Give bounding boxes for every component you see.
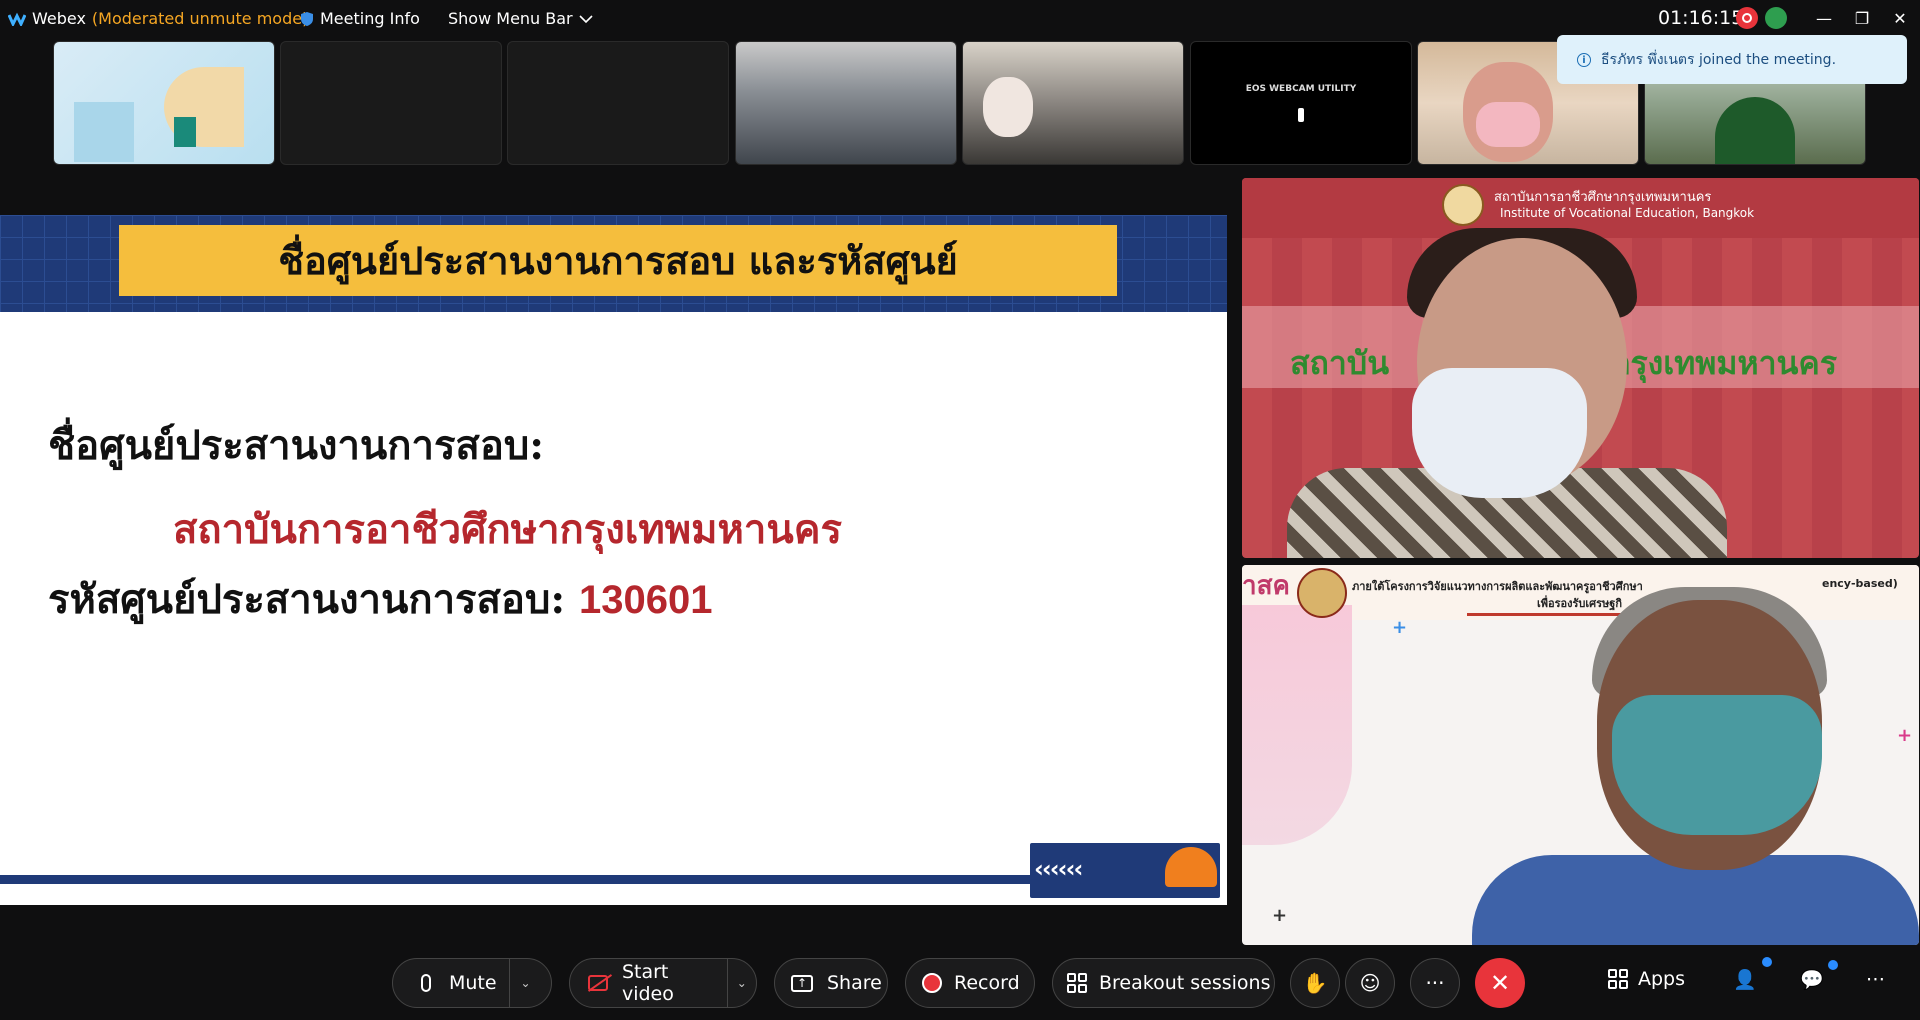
- show-menu-bar-button[interactable]: Show Menu Bar: [448, 9, 593, 28]
- breakout-grid-icon: [1067, 973, 1087, 993]
- video-options-caret[interactable]: ⌄: [726, 959, 756, 1007]
- apps-notification-dot: [1762, 957, 1772, 967]
- video2-sub-text: เพื่อรองรับเศรษฐกิ: [1537, 597, 1623, 610]
- unmute-mode-label: (Moderated unmute mode): [91, 9, 309, 28]
- meeting-info-label: Meeting Info: [320, 9, 420, 28]
- emoji-icon: ☺: [1359, 971, 1381, 995]
- shield-icon: [301, 11, 313, 26]
- minimize-button[interactable]: —: [1806, 4, 1842, 32]
- backdrop-logo-line2: Institute of Vocational Education, Bangk…: [1500, 206, 1755, 220]
- close-window-button[interactable]: ✕: [1882, 4, 1918, 32]
- meeting-info-button[interactable]: Meeting Info: [300, 9, 420, 28]
- participant-thumbnail-3[interactable]: [507, 41, 729, 165]
- shared-slide: ชื่อศูนย์ประสานงานการสอบ และรหัสศูนย์ ชื…: [0, 215, 1227, 905]
- apps-label: Apps: [1638, 968, 1686, 990]
- thumbnail-shape: [1715, 97, 1795, 164]
- start-video-button[interactable]: Start video ⌄: [569, 958, 757, 1008]
- close-icon: ✕: [1489, 969, 1511, 997]
- participant-thumbnail-2[interactable]: [280, 41, 502, 165]
- video2-seal-icon: [1297, 568, 1347, 618]
- camera-glyph-icon: [1298, 108, 1304, 122]
- center-code-label: รหัสศูนย์ประสานงานการสอบ:: [48, 576, 566, 623]
- record-label: Record: [954, 972, 1020, 994]
- thumbnail-shape: [174, 117, 196, 147]
- center-code-row: รหัสศูนย์ประสานงานการสอบ: 130601: [48, 567, 713, 631]
- video-tile-presenter[interactable]: สถาบันการอาชีวศึกษากรุงเทพมหานคร Institu…: [1242, 178, 1919, 558]
- plus-icon: +: [1392, 617, 1408, 638]
- thumbnail-shape: [74, 102, 134, 162]
- chat-button[interactable]: 💬: [1800, 968, 1824, 991]
- video2-header-right: ency-based): [1822, 577, 1898, 590]
- participant-thumbnail-6[interactable]: EOS WEBCAM UTILITY: [1190, 41, 1412, 165]
- plus-icon: +: [1272, 905, 1288, 926]
- title-bar: Webex (Moderated unmute mode) Meeting In…: [0, 0, 1920, 38]
- participant-mask: [1612, 695, 1822, 835]
- video2-pink-shape: [1242, 605, 1352, 845]
- hand-icon: ✋: [1302, 971, 1328, 995]
- slide-title-box: ชื่อศูนย์ประสานงานการสอบ และรหัสศูนย์: [119, 225, 1117, 296]
- breakout-sessions-button[interactable]: Breakout sessions: [1052, 958, 1275, 1008]
- center-name-value: สถาบันการอาชีวศึกษากรุงเทพมหานคร: [173, 506, 842, 553]
- participant-thumbnail-1[interactable]: [53, 41, 275, 165]
- slide-bottom-bar: [0, 875, 1030, 884]
- webex-logo-icon: [8, 12, 26, 26]
- record-icon: [922, 973, 942, 993]
- video2-left-text: าสค: [1242, 571, 1290, 601]
- center-name-label: ชื่อศูนย์ประสานงานการสอบ:: [48, 422, 545, 469]
- show-menu-bar-label: Show Menu Bar: [448, 9, 573, 28]
- restore-button[interactable]: ❐: [1844, 4, 1880, 32]
- microphone-icon: [421, 974, 431, 992]
- slide-arrows: ‹‹‹‹‹‹: [1034, 855, 1083, 883]
- mute-label: Mute: [449, 972, 497, 994]
- apps-button[interactable]: Apps: [1608, 968, 1685, 990]
- video-off-icon: [588, 975, 608, 991]
- recording-indicator-icon: [1736, 7, 1758, 29]
- record-button[interactable]: Record: [905, 958, 1035, 1008]
- start-video-label: Start video: [621, 961, 674, 1005]
- app-title: Webex (Moderated unmute mode): [8, 9, 308, 28]
- video2-underline: [1467, 613, 1627, 616]
- apps-grid-icon: [1608, 969, 1628, 989]
- share-icon: ↑: [791, 974, 813, 992]
- reactions-button[interactable]: ☺: [1345, 958, 1395, 1008]
- overflow-menu-button[interactable]: ⋯: [1866, 968, 1885, 990]
- mute-button[interactable]: Mute ⌄: [392, 958, 552, 1008]
- thumbnail-shape: [983, 77, 1033, 137]
- presenter-mask: [1412, 368, 1587, 498]
- info-icon: i: [1577, 52, 1591, 67]
- network-health-icon[interactable]: [1765, 7, 1787, 29]
- backdrop-logo-line1: สถาบันการอาชีวศึกษากรุงเทพมหานคร: [1494, 190, 1712, 205]
- video-tile-participant[interactable]: าสค ภายใต้โครงการวิจัยแนวทางการผลิตและพั…: [1242, 565, 1919, 945]
- plus-icon: +: [1897, 725, 1913, 746]
- share-label: Share: [827, 972, 882, 994]
- video2-header-text: ภายใต้โครงการวิจัยแนวทางการผลิตและพัฒนาค…: [1352, 580, 1643, 593]
- raise-hand-button[interactable]: ✋: [1290, 958, 1340, 1008]
- thumbnail-shape: [1476, 102, 1540, 147]
- share-button[interactable]: ↑ Share: [774, 958, 888, 1008]
- chat-notification-dot: [1828, 960, 1838, 970]
- overflow-icon: ⋯: [1866, 968, 1885, 990]
- chevron-down-icon: [579, 14, 593, 23]
- breakout-sessions-label: Breakout sessions: [1099, 972, 1271, 994]
- participants-button[interactable]: 👤: [1733, 968, 1757, 991]
- join-notification: i ธีรภัทร พึ่งเนตร joined the meeting.: [1557, 35, 1907, 84]
- leave-meeting-button[interactable]: ✕: [1475, 958, 1525, 1008]
- eos-webcam-label: EOS WEBCAM UTILITY: [1245, 84, 1357, 94]
- participant-thumbnail-5[interactable]: [962, 41, 1184, 165]
- slide-title: ชื่อศูนย์ประสานงานการสอบ และรหัสศูนย์: [278, 238, 958, 283]
- more-icon: ···: [1425, 971, 1445, 995]
- chat-icon: 💬: [1800, 969, 1824, 991]
- join-notification-text: ธีรภัทร พึ่งเนตร joined the meeting.: [1601, 51, 1837, 68]
- mute-options-caret[interactable]: ⌄: [508, 959, 542, 1007]
- participant-thumbnail-4[interactable]: [735, 41, 957, 165]
- app-name: Webex: [32, 9, 86, 28]
- backdrop-banner-left: สถาบัน: [1290, 344, 1390, 382]
- meeting-clock: 01:16:15: [1658, 7, 1744, 29]
- institute-seal-icon: [1442, 184, 1484, 226]
- more-options-button[interactable]: ···: [1410, 958, 1460, 1008]
- participants-icon: 👤: [1733, 969, 1757, 991]
- center-code-value: 130601: [579, 578, 713, 622]
